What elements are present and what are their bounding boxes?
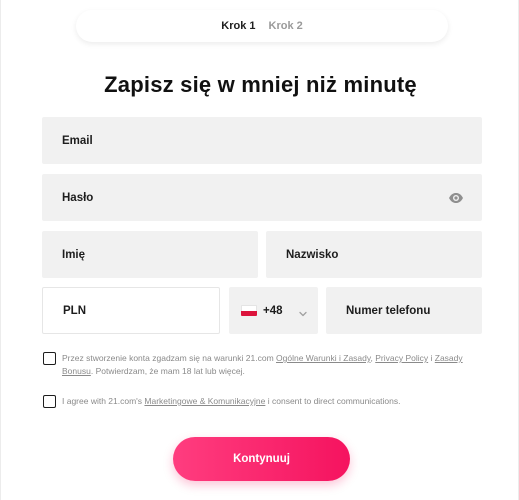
- eye-icon[interactable]: [448, 190, 464, 206]
- marketing-consent-row: I agree with 21.com's Marketingowe & Kom…: [43, 395, 482, 408]
- terms-text-part: i: [428, 353, 435, 363]
- marketing-link[interactable]: Marketingowe & Komunikacyjne: [144, 396, 265, 406]
- privacy-policy-link[interactable]: Privacy Policy: [375, 353, 428, 363]
- phone-prefix-select[interactable]: +48: [229, 287, 318, 334]
- marketing-checkbox[interactable]: [43, 395, 56, 408]
- terms-checkbox[interactable]: [43, 352, 56, 365]
- phone-number-field[interactable]: Numer telefonu: [326, 287, 482, 334]
- password-placeholder: Hasło: [62, 191, 94, 204]
- terms-consent-text: Przez stworzenie konta zgadzam się na wa…: [62, 352, 482, 378]
- currency-select[interactable]: PLN: [42, 287, 220, 334]
- poland-flag-icon: [241, 305, 257, 316]
- first-name-placeholder: Imię: [62, 248, 86, 261]
- currency-value: PLN: [63, 304, 86, 317]
- marketing-text-part: I agree with 21.com's: [62, 396, 145, 406]
- terms-consent-row: Przez stworzenie konta zgadzam się na wa…: [43, 352, 482, 378]
- password-field[interactable]: Hasło: [42, 174, 482, 221]
- first-name-field[interactable]: Imię: [42, 231, 258, 278]
- chevron-down-icon: [298, 306, 308, 316]
- marketing-consent-text: I agree with 21.com's Marketingowe & Kom…: [62, 395, 482, 408]
- page-title: Zapisz się w mniej niż minutę: [104, 72, 417, 97]
- marketing-text-part: i consent to direct communications.: [265, 396, 401, 406]
- email-placeholder: Email: [62, 134, 93, 147]
- phone-prefix-value: +48: [263, 304, 283, 317]
- step-2-tab[interactable]: Krok 2: [269, 20, 303, 32]
- phone-number-placeholder: Numer telefonu: [346, 304, 431, 317]
- email-field[interactable]: Email: [42, 117, 482, 164]
- terms-text-part: . Potwierdzam, że mam 18 lat lub więcej.: [90, 366, 245, 376]
- last-name-placeholder: Nazwisko: [286, 248, 339, 261]
- continue-button[interactable]: Kontynuuj: [173, 437, 350, 481]
- last-name-field[interactable]: Nazwisko: [266, 231, 482, 278]
- step-indicator: Krok 1 Krok 2: [76, 10, 448, 42]
- step-1-tab[interactable]: Krok 1: [221, 20, 255, 32]
- terms-text-part: Przez stworzenie konta zgadzam się na wa…: [62, 353, 277, 363]
- terms-link[interactable]: Ogólne Warunki i Zasady: [276, 353, 370, 363]
- signup-page: Krok 1 Krok 2 Zapisz się w mniej niż min…: [0, 0, 519, 500]
